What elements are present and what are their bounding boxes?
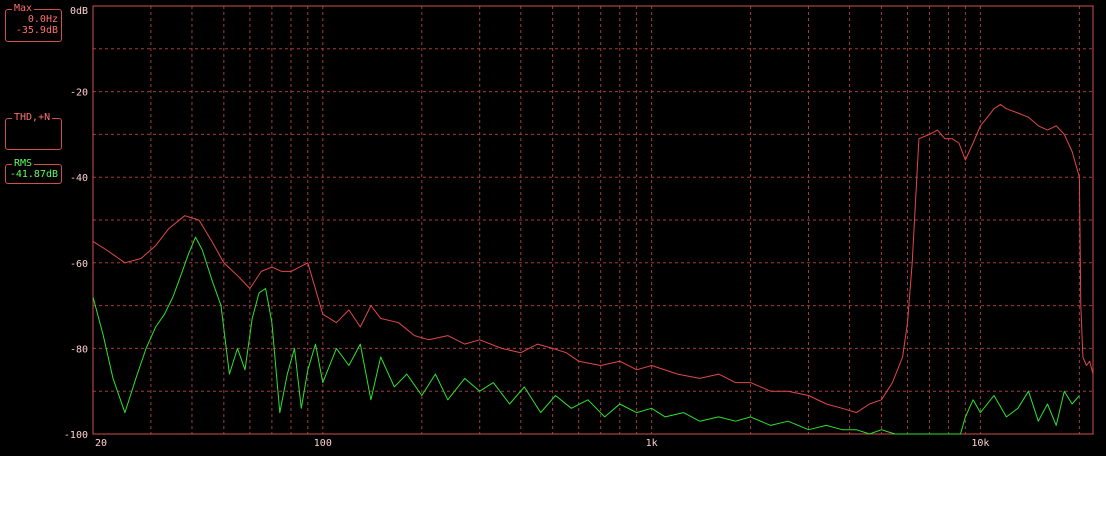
thd-readout-box: THD,+N bbox=[5, 112, 62, 150]
y-tick-label: -80 bbox=[70, 344, 88, 355]
rms-readout-title: RMS bbox=[12, 158, 35, 169]
max-level-value: -35.9dB bbox=[15, 25, 58, 36]
x-tick-label: 10k bbox=[971, 438, 989, 449]
rms-level-value: -41.87dB bbox=[9, 169, 58, 180]
y-tick-label: 0dB bbox=[70, 6, 88, 17]
max-readout-box: Max 0.0Hz -35.9dB bbox=[5, 3, 62, 42]
y-tick-label: -60 bbox=[70, 259, 88, 270]
max-freq-value: 0.0Hz bbox=[27, 14, 58, 25]
red-spectrum-line bbox=[92, 103, 1094, 414]
y-tick-label: -100 bbox=[64, 430, 88, 441]
rms-readout-box: RMS -41.87dB bbox=[5, 158, 62, 184]
y-tick-label: -20 bbox=[70, 88, 88, 99]
x-tick-label: 1k bbox=[646, 438, 658, 449]
max-readout-title: Max bbox=[12, 3, 35, 14]
spectrum-plot: 0dB -20 -40 -60 -80 -100 20 100 1k 10k bbox=[64, 5, 1094, 449]
green-spectrum-line bbox=[92, 236, 1080, 435]
x-tick-label: 100 bbox=[314, 438, 332, 449]
spectrum-analyzer-panel: 0dB -20 -40 -60 -80 -100 20 100 1k 10k Max 0.0Hz … bbox=[0, 0, 1106, 456]
x-tick-label: 20 bbox=[95, 438, 107, 449]
thd-readout-title: THD,+N bbox=[12, 112, 53, 123]
y-tick-label: -40 bbox=[70, 173, 88, 184]
